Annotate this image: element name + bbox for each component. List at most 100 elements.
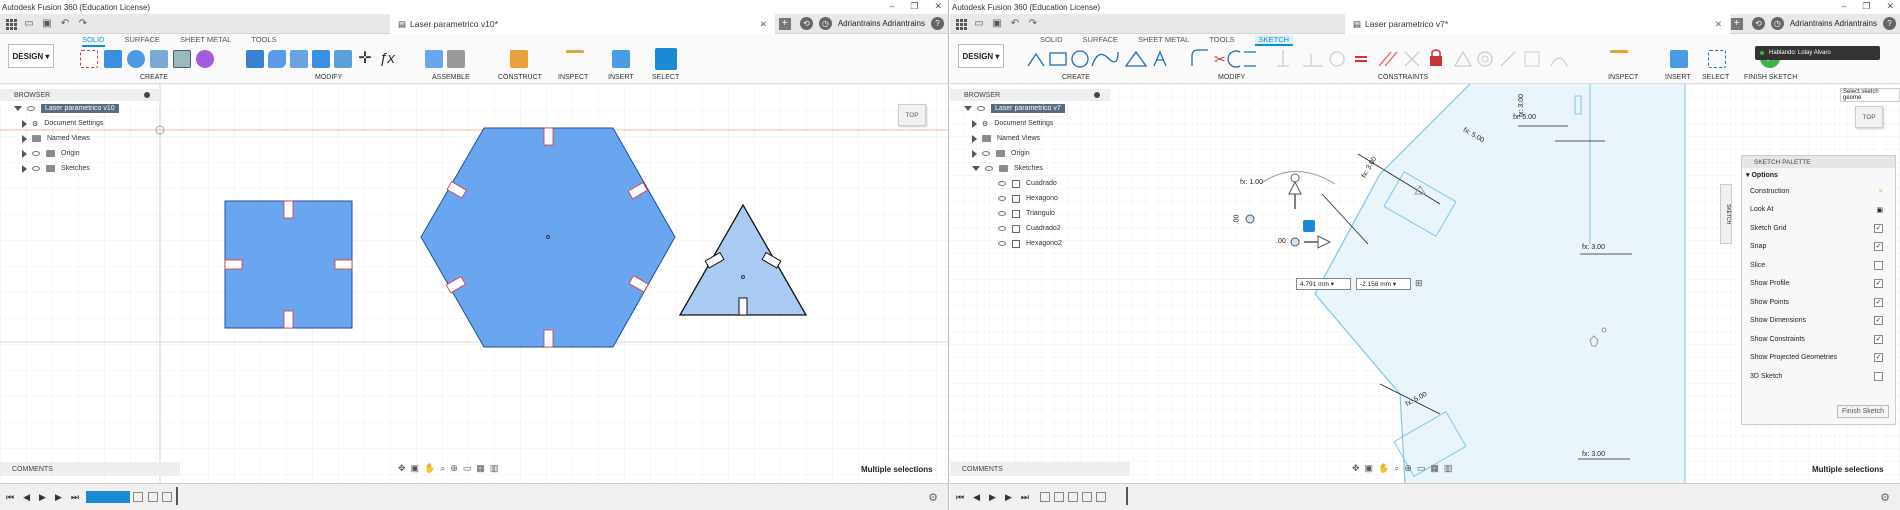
dimension-label[interactable]: fx: 3.00 (1582, 451, 1605, 458)
dimension-label[interactable]: .00 (1276, 238, 1286, 245)
previous-icon[interactable]: ◀ (973, 492, 980, 503)
expand-icon[interactable] (22, 164, 27, 173)
tab-surface[interactable]: SURFACE (125, 35, 160, 47)
extensions-icon[interactable]: ⟲ (799, 17, 813, 30)
checkbox[interactable]: ✓ (1874, 279, 1883, 289)
sweep-icon[interactable] (150, 50, 168, 68)
user-name[interactable]: Adriantrains Adriantrains (838, 19, 925, 28)
play-icon[interactable]: ▶ (989, 492, 996, 503)
job-status-icon[interactable]: ◷ (1770, 17, 1784, 30)
y-coordinate-input[interactable]: -2.158 mm ▾ (1356, 278, 1411, 290)
option-construction[interactable]: Construction < (1742, 182, 1895, 201)
measure-icon[interactable] (566, 50, 584, 68)
comments-panel[interactable]: COMMENTS (950, 462, 1130, 476)
timeline-feature[interactable] (1096, 492, 1106, 502)
sketch-item[interactable]: Hexagono (950, 191, 1110, 206)
orbit-icon[interactable]: ✥ (1352, 463, 1360, 474)
checkbox[interactable] (1874, 371, 1883, 381)
offset-plane-icon[interactable] (510, 50, 528, 68)
display-settings-icon[interactable]: ▭ (463, 463, 472, 474)
checkbox[interactable]: ✓ (1874, 353, 1883, 363)
extrude-icon[interactable] (104, 50, 122, 68)
option-sketch-grid[interactable]: Sketch Grid ✓ (1742, 219, 1895, 238)
constraints-menu[interactable]: CONSTRAINTS (1378, 74, 1428, 81)
timeline-marker[interactable] (1126, 487, 1128, 505)
dimension-label[interactable]: fx: 3.00 (1582, 244, 1605, 251)
shell-icon[interactable] (290, 50, 308, 68)
pan-icon[interactable]: ✋ (424, 463, 435, 474)
look-at-icon[interactable]: ▣ (411, 463, 420, 474)
close-icon[interactable]: ✕ (1886, 1, 1894, 12)
measure-icon[interactable] (1610, 50, 1628, 68)
options-section[interactable]: ▾ Options (1742, 168, 1895, 182)
insert-image-icon[interactable] (612, 50, 630, 68)
x-coordinate-input[interactable]: 4.791 mm ▾ (1296, 278, 1351, 290)
tab-tools[interactable]: TOOLS (1209, 35, 1234, 46)
maximize-icon[interactable]: ❐ (1862, 1, 1870, 12)
expand-icon[interactable] (972, 119, 977, 128)
option-slice[interactable]: Slice (1742, 256, 1895, 275)
special-create-icon[interactable] (196, 50, 214, 68)
visibility-icon[interactable] (32, 166, 40, 171)
assemble-menu[interactable]: ASSEMBLE (432, 74, 470, 81)
modify-menu[interactable]: MODIFY (315, 74, 342, 81)
look-at-icon[interactable]: ▣ (1365, 463, 1374, 474)
last-icon[interactable]: ⏭ (71, 492, 79, 503)
tab-sketch[interactable]: SKETCH (1254, 35, 1294, 46)
minimize-icon[interactable]: – (889, 1, 894, 12)
browser-item-sketches[interactable]: Sketches (950, 161, 1110, 176)
select-menu[interactable]: SELECT (652, 74, 679, 81)
timeline-feature[interactable] (133, 492, 143, 502)
play-icon[interactable]: ▶ (39, 492, 46, 503)
first-icon[interactable]: ⏮ (6, 492, 14, 503)
file-icon[interactable]: ▭ (973, 18, 985, 30)
inspect-menu[interactable]: INSPECT (558, 74, 588, 81)
tab-sheet-metal[interactable]: SHEET METAL (1138, 35, 1189, 46)
previous-icon[interactable]: ◀ (23, 492, 30, 503)
option-show-dimensions[interactable]: Show Dimensions ✓ (1742, 312, 1895, 331)
checkbox[interactable]: ✓ (1874, 334, 1883, 344)
option-show-constraints[interactable]: Show Constraints ✓ (1742, 330, 1895, 349)
first-icon[interactable]: ⏮ (956, 492, 964, 503)
sketch-item[interactable]: Triangulo (950, 206, 1110, 221)
browser-item-document-settings[interactable]: ⚙ Document Settings (950, 116, 1110, 131)
finish-sketch-menu[interactable]: FINISH SKETCH (1744, 74, 1797, 81)
timeline-feature[interactable] (1082, 492, 1092, 502)
sketch-item[interactable]: Cuadrado (950, 176, 1110, 191)
timeline-feature[interactable] (1054, 492, 1064, 502)
sketch-item[interactable]: Cuadrado2 (950, 221, 1110, 236)
expand-icon[interactable] (22, 134, 27, 143)
insert-menu[interactable]: INSERT (608, 74, 634, 81)
checkbox[interactable]: ✓ (1874, 316, 1883, 326)
redo-icon[interactable]: ↷ (77, 18, 89, 30)
visibility-icon[interactable] (998, 181, 1006, 186)
timeline-feature[interactable] (1068, 492, 1078, 502)
timeline-feature[interactable] (148, 492, 158, 502)
create-menu[interactable]: CREATE (1062, 74, 1090, 81)
select-menu[interactable]: SELECT (1702, 74, 1729, 81)
next-icon[interactable]: ▶ (1005, 492, 1012, 503)
option-snap[interactable]: Snap ✓ (1742, 238, 1895, 257)
visibility-icon[interactable] (998, 196, 1006, 201)
save-icon[interactable]: ▣ (41, 18, 53, 30)
grid-settings-icon[interactable]: ▦ (476, 463, 485, 474)
help-icon[interactable]: ? (931, 17, 944, 30)
dimension-label[interactable]: .00 (1233, 215, 1240, 225)
select-icon[interactable] (1708, 50, 1726, 68)
parameters-icon[interactable]: ƒx (378, 50, 396, 68)
fillet-icon[interactable] (268, 50, 286, 68)
side-panel-tab[interactable]: SKETCH (1720, 184, 1732, 244)
timeline-feature[interactable] (162, 492, 172, 502)
browser-item-origin[interactable]: Origin (0, 146, 160, 161)
split-body-icon[interactable] (334, 50, 352, 68)
help-icon[interactable]: ? (1883, 17, 1896, 30)
orbit-icon[interactable]: ✥ (398, 463, 406, 474)
browser-root[interactable]: Laser parametrico v10 (0, 101, 160, 116)
zoom-icon[interactable]: ⌕ (1394, 463, 1399, 474)
undo-icon[interactable]: ↶ (59, 18, 71, 30)
expand-icon[interactable] (972, 134, 977, 143)
move-icon[interactable]: ✛ (356, 50, 374, 68)
tab-solid[interactable]: SOLID (82, 35, 105, 47)
visibility-icon[interactable] (985, 166, 993, 171)
square-body[interactable] (224, 200, 353, 329)
